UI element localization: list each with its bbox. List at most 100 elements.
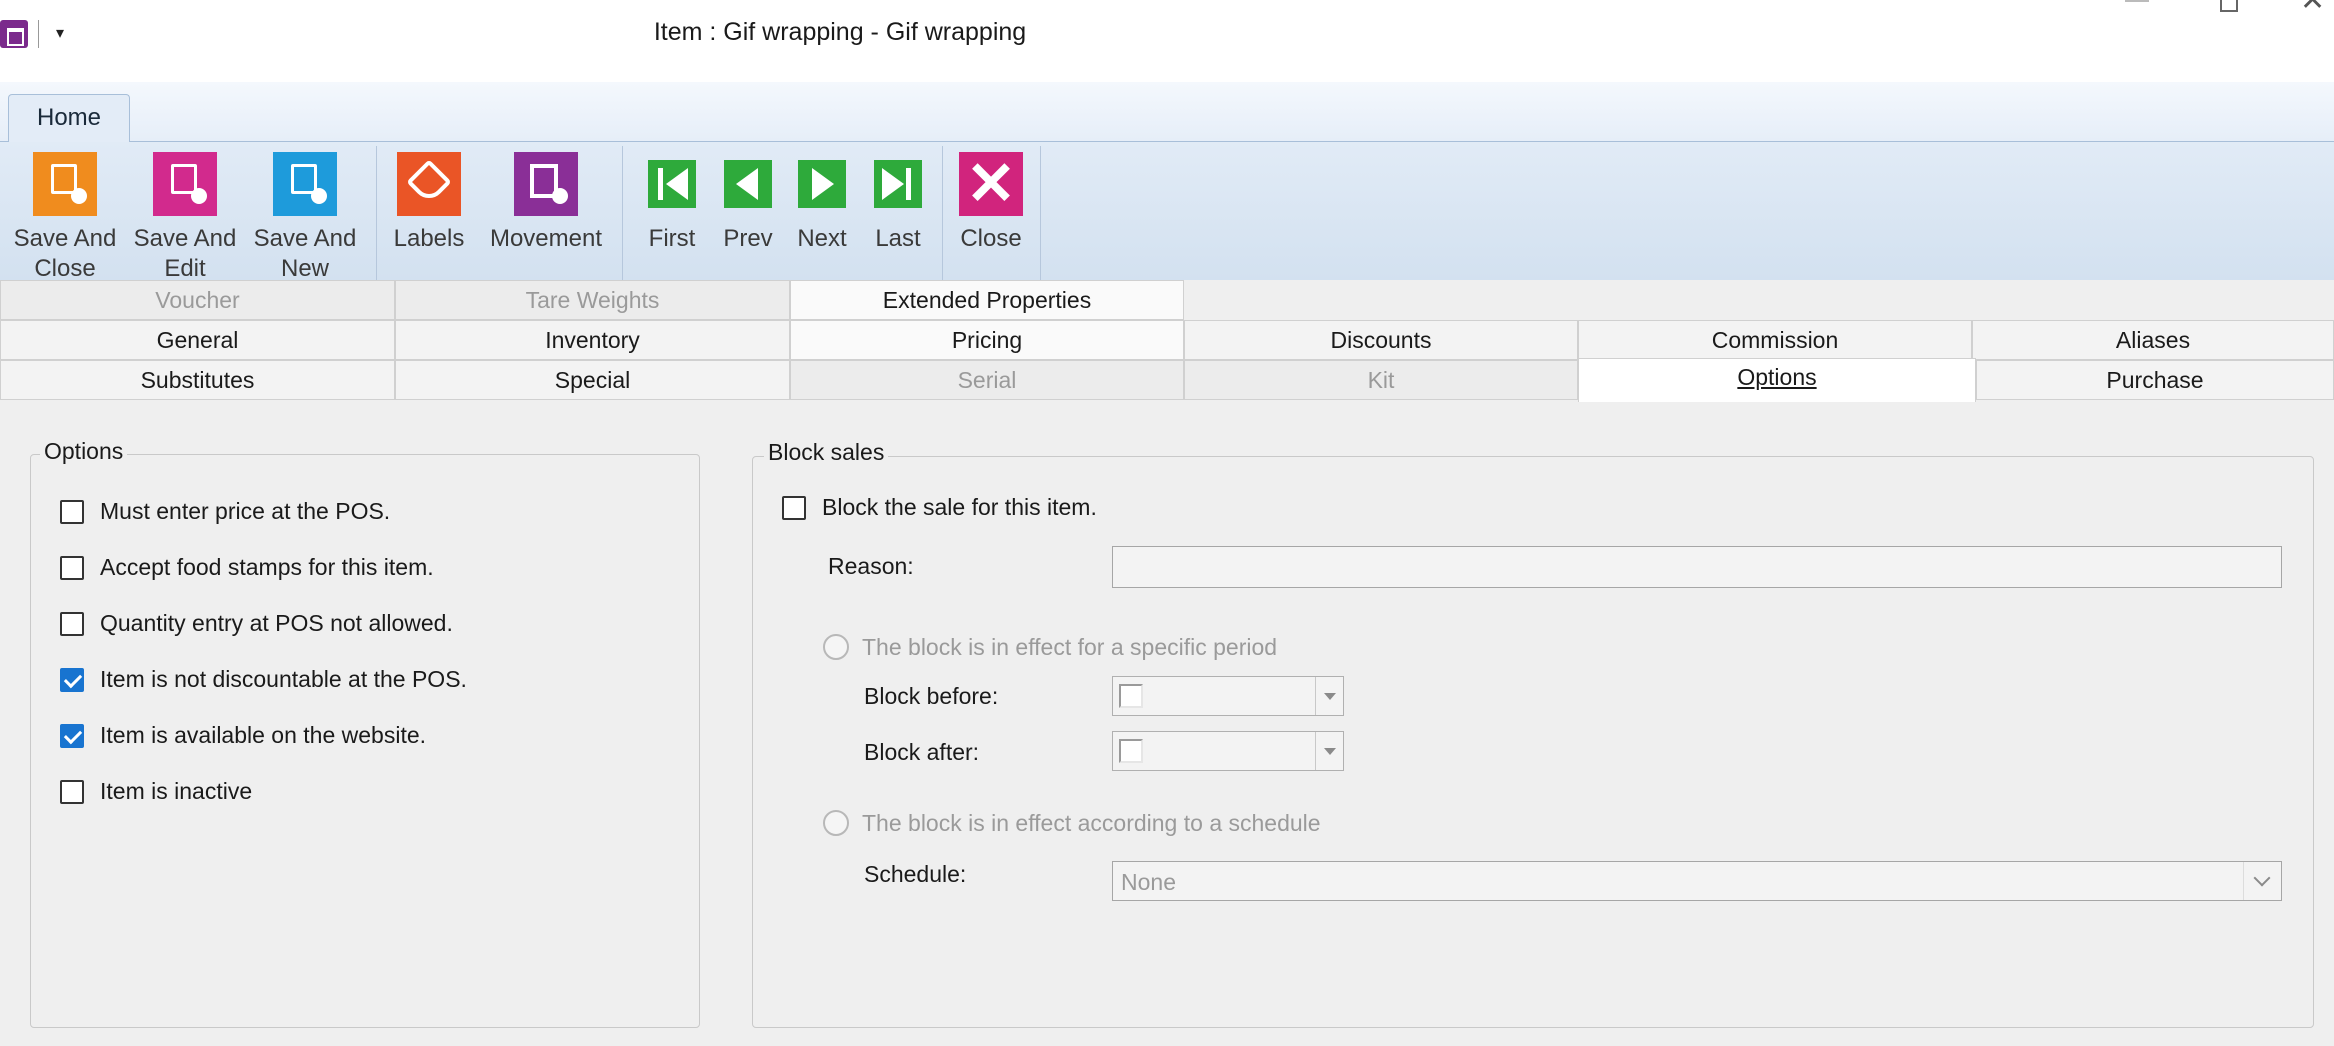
next-label: Next	[797, 225, 847, 252]
minimize-button[interactable]	[2125, 0, 2149, 2]
close-icon: ✕	[959, 152, 1023, 216]
last-label: Last	[875, 225, 921, 252]
checkbox-checked[interactable]	[60, 724, 84, 748]
window-title: Item : Gif wrapping - Gif wrapping	[653, 18, 1027, 46]
tab-pricing[interactable]: Pricing	[790, 320, 1184, 360]
tab-discounts[interactable]: Discounts	[1184, 320, 1578, 360]
option-quantity-entry-not-allowed[interactable]: Quantity entry at POS not allowed.	[60, 608, 580, 640]
date-enable-checkbox[interactable]	[1119, 739, 1143, 763]
chevron-down-icon[interactable]	[1315, 732, 1343, 770]
close-label: Close	[960, 225, 1022, 252]
tab-voucher[interactable]: Voucher	[0, 280, 395, 320]
checkbox-label: Must enter price at the POS.	[100, 498, 391, 524]
period-radio[interactable]	[823, 634, 849, 660]
checkbox-label: Accept food stamps for this item.	[100, 554, 434, 580]
movement-button[interactable]: Movement	[482, 152, 610, 254]
quick-access-separator	[38, 20, 39, 48]
option-available-on-website[interactable]: Item is available on the website.	[60, 720, 580, 752]
last-icon	[874, 160, 922, 208]
block-before-label: Block before:	[864, 683, 999, 709]
schedule-radio[interactable]	[823, 810, 849, 836]
maximize-button[interactable]	[2220, 0, 2238, 12]
save-and-new-button[interactable]: Save And New	[248, 152, 362, 280]
tag-icon	[397, 152, 461, 216]
checkbox[interactable]	[60, 500, 84, 524]
option-not-discountable[interactable]: Item is not discountable at the POS.	[60, 664, 580, 696]
save-and-close-label: Save And Close	[13, 225, 117, 280]
ribbon-separator	[942, 146, 943, 280]
chevron-down-icon[interactable]	[1315, 677, 1343, 715]
prev-icon	[724, 160, 772, 208]
first-label: First	[648, 225, 696, 252]
checkbox-label: Item is available on the website.	[100, 722, 427, 748]
block-after-label: Block after:	[864, 739, 980, 765]
movement-label: Movement	[489, 225, 603, 252]
block-sales-group-title: Block sales	[764, 439, 889, 466]
tab-general[interactable]: General	[0, 320, 395, 360]
checkbox[interactable]	[60, 556, 84, 580]
save-and-new-label: Save And New	[253, 225, 357, 280]
last-button[interactable]: Last	[862, 152, 934, 254]
option-must-enter-price[interactable]: Must enter price at the POS.	[60, 496, 580, 528]
box-icon	[514, 152, 578, 216]
labels-label: Labels	[393, 225, 465, 252]
tab-extended-properties[interactable]: Extended Properties	[790, 280, 1184, 320]
reason-label: Reason:	[828, 553, 914, 579]
checkbox[interactable]	[60, 612, 84, 636]
title-bar: ▾ Item : Gif wrapping - Gif wrapping ✕	[0, 0, 2334, 82]
period-radio-label: The block is in effect for a specific pe…	[862, 634, 1278, 660]
checkbox-label: Quantity entry at POS not allowed.	[100, 610, 453, 636]
save-new-icon	[273, 152, 337, 216]
tab-options[interactable]: Options	[1578, 358, 1976, 402]
save-and-edit-label: Save And Edit	[133, 225, 237, 280]
checkbox-checked[interactable]	[60, 668, 84, 692]
tab-purchase[interactable]: Purchase	[1976, 360, 2334, 400]
tab-tare-weights[interactable]: Tare Weights	[395, 280, 790, 320]
block-sale-checkbox-row[interactable]: Block the sale for this item.	[782, 492, 1342, 524]
save-edit-icon	[153, 152, 217, 216]
form-tab-grid: Voucher Tare Weights Extended Properties…	[0, 280, 2334, 402]
checkbox-label: Item is not discountable at the POS.	[100, 666, 467, 692]
first-button[interactable]: First	[634, 152, 710, 254]
ribbon-separator	[622, 146, 623, 280]
chevron-down-icon[interactable]	[2243, 862, 2281, 900]
close-window-button[interactable]: ✕	[2300, 0, 2330, 16]
schedule-select[interactable]: None	[1112, 861, 2282, 901]
ribbon-toolbar: Save And Close Save And Edit Save And Ne…	[0, 142, 2334, 280]
labels-button[interactable]: Labels	[384, 152, 474, 254]
schedule-label: Schedule:	[864, 861, 967, 887]
checkbox-label: Item is inactive	[100, 778, 253, 804]
ribbon-separator	[376, 146, 377, 280]
tab-substitutes[interactable]: Substitutes	[0, 360, 395, 400]
tab-kit[interactable]: Kit	[1184, 360, 1578, 400]
save-and-close-button[interactable]: Save And Close	[8, 152, 122, 280]
tab-special[interactable]: Special	[395, 360, 790, 400]
ribbon-separator	[1040, 146, 1041, 280]
schedule-select-value: None	[1121, 869, 1176, 895]
close-button[interactable]: ✕ Close	[950, 152, 1032, 254]
tab-commission[interactable]: Commission	[1578, 320, 1972, 360]
reason-input[interactable]	[1112, 546, 2282, 588]
save-and-edit-button[interactable]: Save And Edit	[128, 152, 242, 280]
ribbon-tab-home[interactable]: Home	[8, 94, 130, 143]
tab-aliases[interactable]: Aliases	[1972, 320, 2334, 360]
option-item-inactive[interactable]: Item is inactive	[60, 776, 580, 808]
date-enable-checkbox[interactable]	[1119, 684, 1143, 708]
checkbox-label: Block the sale for this item.	[822, 494, 1097, 520]
app-icon[interactable]	[0, 20, 28, 48]
quick-access-dropdown-icon[interactable]: ▾	[50, 22, 70, 46]
checkbox[interactable]	[60, 780, 84, 804]
next-button[interactable]: Next	[786, 152, 858, 254]
ribbon-tab-strip: Home	[0, 82, 2334, 143]
first-icon	[648, 160, 696, 208]
option-accept-food-stamps[interactable]: Accept food stamps for this item.	[60, 552, 580, 584]
next-icon	[798, 160, 846, 208]
tab-inventory[interactable]: Inventory	[395, 320, 790, 360]
prev-button[interactable]: Prev	[712, 152, 784, 254]
tab-serial[interactable]: Serial	[790, 360, 1184, 400]
block-after-datepicker[interactable]	[1112, 731, 1344, 771]
checkbox[interactable]	[782, 496, 806, 520]
options-group-title: Options	[40, 438, 128, 465]
block-before-datepicker[interactable]	[1112, 676, 1344, 716]
schedule-radio-label: The block is in effect according to a sc…	[862, 810, 1321, 836]
